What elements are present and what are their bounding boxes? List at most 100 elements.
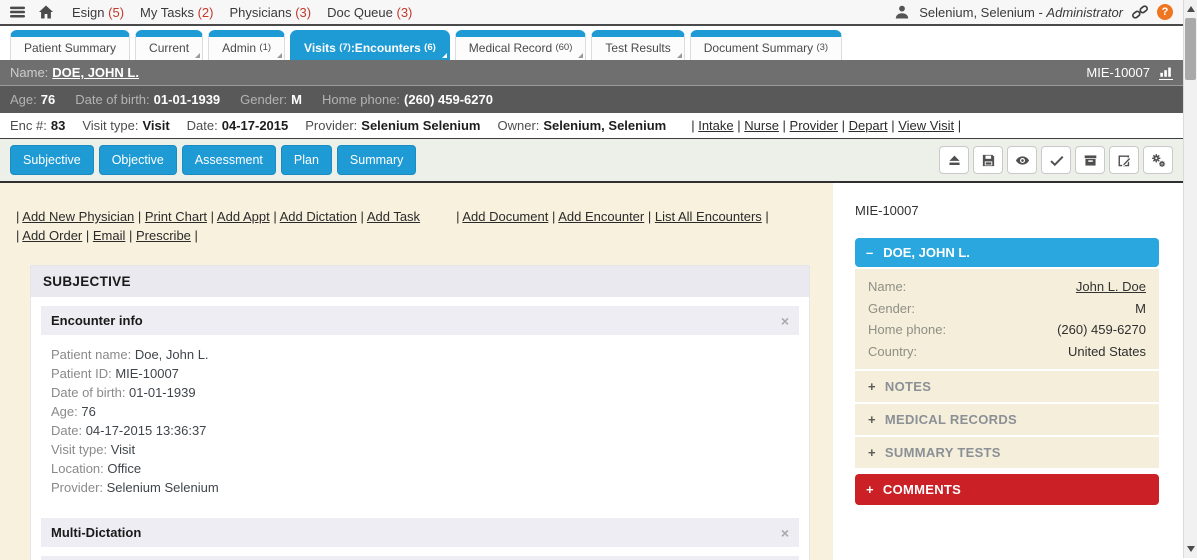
separator: | bbox=[191, 228, 198, 243]
preview-eye-icon bbox=[1015, 153, 1030, 168]
topbar-item-label: Esign bbox=[72, 5, 105, 20]
demographics-field: Age:76 bbox=[10, 92, 55, 107]
expand-icon: + bbox=[868, 445, 876, 460]
summary-button[interactable]: Summary bbox=[337, 145, 416, 175]
home-icon[interactable] bbox=[38, 4, 54, 20]
quick-link-prescribe[interactable]: Prescribe bbox=[136, 228, 191, 243]
topbar-item-physicians[interactable]: Physicians (3) bbox=[229, 5, 311, 20]
topbar-item-count: (2) bbox=[194, 5, 214, 20]
topbar-item-count: (5) bbox=[105, 5, 125, 20]
topbar-item-label: Doc Queue bbox=[327, 5, 393, 20]
subjective-button[interactable]: Subjective bbox=[10, 145, 94, 175]
tab-current[interactable]: Current bbox=[135, 30, 203, 60]
encounter-link-provider[interactable]: Provider bbox=[790, 118, 838, 133]
help-icon[interactable]: ? bbox=[1157, 4, 1173, 20]
app-window: Esign (5) My Tasks (2) Physicians (3) Doc Q… bbox=[0, 0, 1197, 560]
edit-icon bbox=[1117, 153, 1132, 168]
patient-name-link[interactable]: John L. Doe bbox=[1076, 278, 1146, 296]
quick-link-list-all-encounters[interactable]: List All Encounters bbox=[655, 209, 762, 224]
field-label: Age: bbox=[51, 404, 81, 419]
topbar-item-esign[interactable]: Esign (5) bbox=[72, 5, 124, 20]
eject-icon bbox=[947, 153, 962, 168]
expand-icon: + bbox=[868, 379, 876, 394]
quick-link-add-task[interactable]: Add Task bbox=[367, 209, 420, 224]
content-area: | Add New Physician | Print Chart | Add … bbox=[0, 183, 1197, 560]
tab-patient-summary[interactable]: Patient Summary bbox=[10, 30, 130, 60]
sidebar-patient-header[interactable]: – DOE, JOHN L. bbox=[855, 238, 1159, 267]
tab-label-part: (7) bbox=[339, 42, 351, 53]
vertical-scrollbar[interactable] bbox=[1183, 0, 1197, 558]
quick-link-add-document[interactable]: Add Document bbox=[462, 209, 548, 224]
check-button[interactable] bbox=[1041, 146, 1071, 174]
edit-button[interactable] bbox=[1109, 146, 1139, 174]
close-icon[interactable]: × bbox=[781, 526, 789, 540]
field-label: Owner: bbox=[497, 118, 539, 133]
quick-link-add-dictation[interactable]: Add Dictation bbox=[280, 209, 357, 224]
quick-link-add-new-physician[interactable]: Add New Physician bbox=[22, 209, 134, 224]
field-label: Country: bbox=[868, 343, 917, 361]
plan-button[interactable]: Plan bbox=[281, 145, 332, 175]
encounter-link-depart[interactable]: Depart bbox=[849, 118, 888, 133]
encounter-bar: Enc #:83Visit type:VisitDate:04-17-2015P… bbox=[0, 113, 1197, 139]
quick-link-print-chart[interactable]: Print Chart bbox=[145, 209, 207, 224]
archive-button[interactable] bbox=[1075, 146, 1105, 174]
field-value: Selenium Selenium bbox=[107, 480, 219, 495]
quick-link-email[interactable]: Email bbox=[93, 228, 126, 243]
sidebar-section-medical-records[interactable]: +MEDICAL RECORDS bbox=[855, 402, 1159, 435]
tab-document-summary-3[interactable]: Document Summary (3) bbox=[690, 30, 842, 60]
tab-medical-record-60[interactable]: Medical Record (60) bbox=[455, 30, 587, 60]
field-value: 04-17-2015 13:36:37 bbox=[86, 423, 207, 438]
user-icon bbox=[894, 4, 910, 20]
quick-link-add-appt[interactable]: Add Appt bbox=[217, 209, 270, 224]
quick-link-add-encounter[interactable]: Add Encounter bbox=[558, 209, 644, 224]
field-value: Visit bbox=[111, 442, 135, 457]
section-header: Chief complaint× bbox=[41, 556, 799, 560]
tab-label-part: (1) bbox=[259, 42, 271, 53]
scroll-down-icon[interactable] bbox=[1187, 546, 1195, 552]
field-row: Provider: Selenium Selenium bbox=[51, 478, 799, 497]
tab-visits-7-encounters-6[interactable]: Visits (7):Encounters (6) bbox=[290, 30, 450, 60]
scrollbar-thumb[interactable] bbox=[1185, 18, 1196, 80]
scroll-up-icon[interactable] bbox=[1187, 6, 1195, 12]
field-value: 01-01-1939 bbox=[129, 385, 196, 400]
bar-chart-icon[interactable] bbox=[1159, 65, 1173, 80]
user-role: Administrator bbox=[1046, 5, 1123, 20]
encounter-link-view-visit[interactable]: View Visit bbox=[898, 118, 954, 133]
quick-link-add-order[interactable]: Add Order bbox=[22, 228, 82, 243]
field-label: Gender: bbox=[240, 92, 287, 107]
main-panel: | Add New Physician | Print Chart | Add … bbox=[0, 183, 833, 560]
sidebar-section-summary-tests[interactable]: +SUMMARY TESTS bbox=[855, 435, 1159, 468]
eject-button[interactable] bbox=[939, 146, 969, 174]
sidebar-section-notes[interactable]: +NOTES bbox=[855, 369, 1159, 402]
tab-menu-fold-icon bbox=[677, 53, 682, 58]
encounter-link-intake[interactable]: Intake bbox=[698, 118, 733, 133]
separator: | bbox=[779, 118, 790, 133]
field-value: Selenium Selenium bbox=[361, 118, 480, 133]
sidebar-patient-name: DOE, JOHN L. bbox=[883, 245, 970, 260]
tab-menu-fold-icon bbox=[277, 53, 282, 58]
close-icon[interactable]: × bbox=[781, 314, 789, 328]
tab-test-results[interactable]: Test Results bbox=[591, 30, 684, 60]
patient-sidebar: MIE-10007 – DOE, JOHN L. Name:John L. Do… bbox=[833, 183, 1183, 560]
chain-link-icon[interactable] bbox=[1132, 4, 1148, 20]
field-label: Patient name: bbox=[51, 347, 135, 362]
demographics-field: Date of birth:01-01-1939 bbox=[75, 92, 220, 107]
topbar-item-count: (3) bbox=[292, 5, 312, 20]
tab-admin-1[interactable]: Admin (1) bbox=[208, 30, 285, 60]
settings-gears-button[interactable] bbox=[1143, 146, 1173, 174]
topbar-item-my-tasks[interactable]: My Tasks (2) bbox=[140, 5, 213, 20]
field-label: Visit type: bbox=[51, 442, 111, 457]
topbar-nav: Esign (5) My Tasks (2) Physicians (3) Doc Q… bbox=[72, 5, 428, 20]
save-button[interactable] bbox=[973, 146, 1003, 174]
sidebar-field-row: Gender:M bbox=[855, 298, 1159, 320]
topbar-item-doc-queue[interactable]: Doc Queue (3) bbox=[327, 5, 412, 20]
patient-name-link[interactable]: DOE, JOHN L. bbox=[52, 65, 139, 80]
sidebar-section-comments[interactable]: + COMMENTS bbox=[855, 474, 1159, 505]
encounter-link-nurse[interactable]: Nurse bbox=[744, 118, 779, 133]
assessment-button[interactable]: Assessment bbox=[182, 145, 276, 175]
objective-button[interactable]: Objective bbox=[99, 145, 177, 175]
field-label: Home phone: bbox=[322, 92, 400, 107]
sidebar-field-row: Country:United States bbox=[855, 341, 1159, 370]
hamburger-icon[interactable] bbox=[10, 4, 26, 20]
preview-eye-button[interactable] bbox=[1007, 146, 1037, 174]
